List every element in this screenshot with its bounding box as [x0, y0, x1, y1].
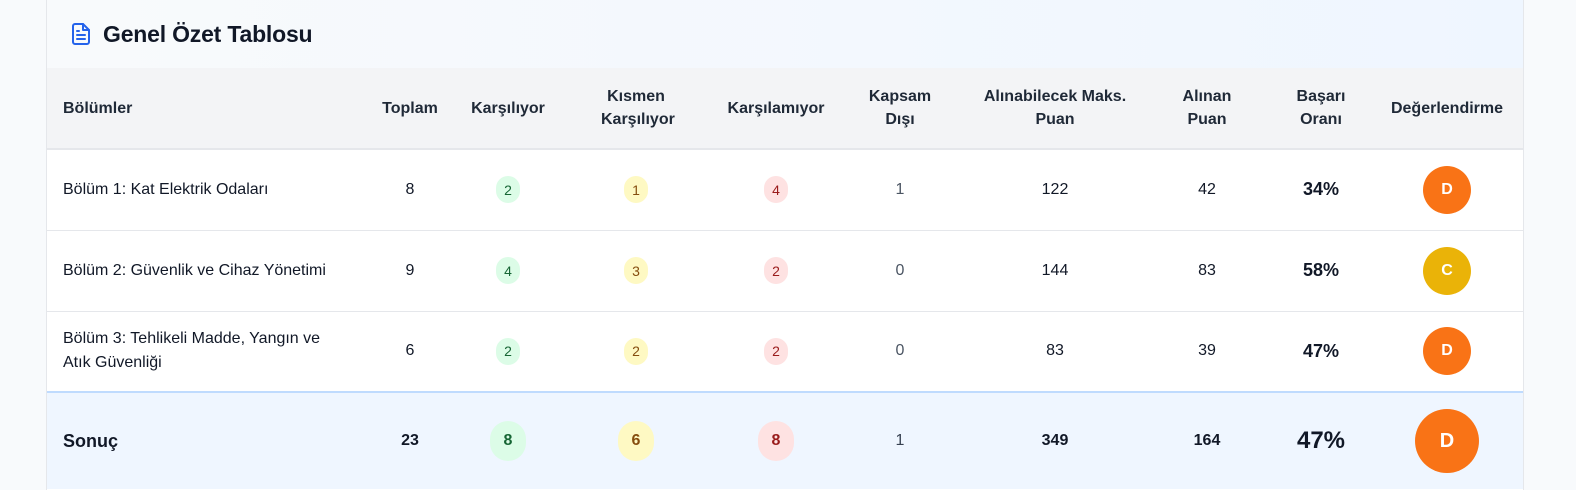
- summary-max-points: 349: [1041, 432, 1069, 449]
- success-rate: 47%: [1273, 311, 1369, 393]
- table-row: Bölüm 3: Tehlikeli Madde, Yangın ve Atık…: [47, 311, 1523, 393]
- column-header-rate: Başarı Oranı: [1296, 88, 1346, 128]
- section-name: Bölüm 3: Tehlikeli Madde, Yangın ve Atık…: [47, 311, 355, 393]
- summary-grade-badge: D: [1415, 409, 1479, 473]
- grade-badge: D: [1423, 165, 1471, 214]
- partial-badge: 3: [624, 257, 648, 284]
- points: 83: [1141, 230, 1273, 312]
- not-meets-badge: 4: [764, 176, 788, 204]
- summary-meets-badge: 8: [490, 421, 526, 461]
- not-meets-badge: 2: [764, 257, 788, 284]
- grade-badge: D: [1423, 327, 1471, 376]
- points: 42: [1141, 149, 1273, 231]
- table-row: Bölüm 2: Güvenlik ve Cihaz Yönetimi 9 4 …: [47, 230, 1523, 312]
- meets-badge: 4: [496, 257, 520, 284]
- column-header-out-of-scope: Kapsam Dışı: [868, 88, 932, 128]
- summary-points: 164: [1193, 432, 1221, 449]
- summary-total: 23: [401, 432, 419, 449]
- partial-badge: 1: [624, 176, 648, 204]
- total-count: 6: [355, 311, 465, 393]
- column-header-points: Alınan Puan: [1182, 88, 1232, 128]
- out-of-scope-count: 0: [831, 230, 969, 312]
- section-name: Bölüm 2: Güvenlik ve Cihaz Yönetimi: [47, 230, 355, 312]
- out-of-scope-count: 0: [831, 311, 969, 393]
- meets-badge: 2: [496, 176, 520, 204]
- column-header-max-points: Alınabilecek Maks. Puan: [983, 88, 1127, 128]
- summary-not-meets-badge: 8: [758, 421, 794, 461]
- page-title: Genel Özet Tablosu: [103, 20, 313, 47]
- out-of-scope-count: 1: [831, 149, 969, 231]
- column-header-partial: Kısmen Karşılıyor: [601, 88, 675, 128]
- column-header-sections: Bölümler: [63, 99, 133, 117]
- section-name: Bölüm 1: Kat Elektrik Odaları: [47, 149, 355, 231]
- success-rate: 34%: [1273, 149, 1369, 231]
- document-icon: [71, 22, 93, 46]
- column-header-grade: Değerlendirme: [1390, 99, 1504, 117]
- column-header-meets: Karşılıyor: [471, 99, 545, 117]
- summary-row: Sonuç 23 8 6 8 1 349 164 47% D: [47, 392, 1523, 489]
- table-header-row: Bölümler Toplam Karşılıyor Kısmen Karşıl…: [47, 68, 1523, 149]
- summary-table: Bölümler Toplam Karşılıyor Kısmen Karşıl…: [47, 68, 1523, 489]
- success-rate: 58%: [1273, 230, 1369, 312]
- total-count: 8: [355, 149, 465, 231]
- card-header: Genel Özet Tablosu: [47, 0, 1523, 68]
- column-header-not-meets: Karşılamıyor: [727, 99, 825, 117]
- not-meets-badge: 2: [764, 337, 788, 365]
- meets-badge: 2: [496, 337, 520, 365]
- total-count: 9: [355, 230, 465, 312]
- grade-badge: C: [1423, 246, 1471, 295]
- column-header-total: Toplam: [382, 99, 438, 117]
- summary-out-of-scope: 1: [895, 432, 905, 449]
- summary-partial-badge: 6: [618, 421, 654, 461]
- partial-badge: 2: [624, 337, 648, 365]
- points: 39: [1141, 311, 1273, 393]
- table-row: Bölüm 1: Kat Elektrik Odaları 8 2 1 4 1 …: [47, 149, 1523, 231]
- max-points: 83: [969, 311, 1141, 393]
- summary-label: Sonuç: [63, 431, 119, 451]
- summary-card: Genel Özet Tablosu Bölümler Toplam Karşı…: [46, 0, 1524, 490]
- summary-success-rate: 47%: [1296, 427, 1346, 454]
- max-points: 144: [969, 230, 1141, 312]
- max-points: 122: [969, 149, 1141, 231]
